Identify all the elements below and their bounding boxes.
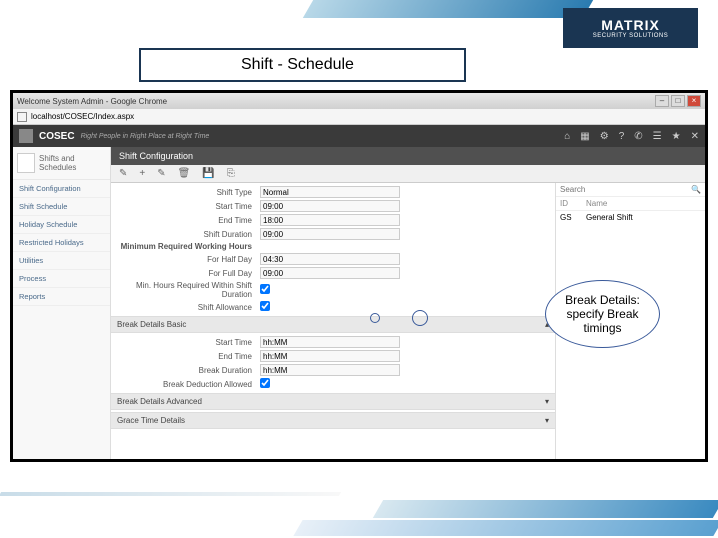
row-name: General Shift — [586, 213, 633, 222]
minimize-button[interactable]: – — [655, 95, 669, 107]
maximize-button[interactable]: □ — [671, 95, 685, 107]
shift-duration-label: Shift Duration — [115, 230, 260, 239]
full-day-input[interactable] — [260, 267, 400, 279]
toolbar-delete-icon[interactable]: 🗑 — [178, 168, 191, 179]
min-required-label: Min. Hours Required Within Shift Duratio… — [115, 281, 260, 299]
page-icon — [17, 112, 27, 122]
callout-bubble: Break Details: specify Break timings — [545, 280, 660, 348]
logo-sub: SECURITY SOLUTIONS — [593, 33, 669, 39]
toolbar: ✎ + ✎ 🗑 💾 ⎘ — [111, 165, 705, 183]
toolbar-plus-icon[interactable]: + — [139, 168, 145, 179]
sidebar-item-utilities[interactable]: Utilities — [13, 252, 110, 270]
header-icons: ⌂ ▦ ⚙ ? ✆ ☰ ★ ✕ — [564, 131, 699, 142]
half-day-label: For Half Day — [115, 255, 260, 264]
sidebar-item-holiday-schedule[interactable]: Holiday Schedule — [13, 216, 110, 234]
gear-icon[interactable]: ⚙ — [600, 131, 609, 142]
half-day-input[interactable] — [260, 253, 400, 265]
end-time-input[interactable] — [260, 214, 400, 226]
module-label: Shifts and Schedules — [39, 154, 106, 172]
star-icon[interactable]: ★ — [672, 131, 681, 142]
question-icon[interactable]: ? — [619, 131, 625, 142]
form-left: Shift Type Start Time End Time Shift Dur… — [111, 183, 555, 459]
window-title: Welcome System Admin - Google Chrome — [17, 97, 167, 106]
end-time-label: End Time — [115, 216, 260, 225]
shift-type-input[interactable] — [260, 186, 400, 198]
window-controls: – □ × — [655, 95, 701, 107]
break-duration-label: Break Duration — [115, 366, 260, 375]
phone-icon[interactable]: ✆ — [634, 131, 642, 142]
full-day-label: For Full Day — [115, 269, 260, 278]
break-start-label: Start Time — [115, 338, 260, 347]
break-end-label: End Time — [115, 352, 260, 361]
list-item[interactable]: GS General Shift — [556, 211, 705, 224]
sidebar-item-restricted-holidays[interactable]: Restricted Holidays — [13, 234, 110, 252]
url-text: localhost/COSEC/Index.aspx — [31, 112, 134, 121]
annotation-circle-small — [370, 313, 380, 323]
url-bar: localhost/COSEC/Index.aspx — [13, 109, 705, 125]
toolbar-copy-icon[interactable]: ⎘ — [227, 168, 235, 179]
list-header: ID Name — [556, 197, 705, 211]
sidebar-item-reports[interactable]: Reports — [13, 288, 110, 306]
matrix-logo: MATRIX SECURITY SOLUTIONS — [563, 8, 698, 48]
module-header[interactable]: Shifts and Schedules — [13, 147, 110, 180]
shift-allowance-checkbox[interactable] — [260, 301, 270, 311]
break-deduct-checkbox[interactable] — [260, 378, 270, 388]
logo-name: MATRIX — [601, 17, 660, 33]
chrome-title-bar: Welcome System Admin - Google Chrome – □… — [13, 93, 705, 109]
grid-icon[interactable]: ▦ — [580, 131, 589, 142]
search-input[interactable] — [560, 185, 691, 194]
decorative-stripe-bottom-1 — [373, 500, 718, 518]
panel-title: Shift Configuration — [111, 147, 705, 165]
power-icon[interactable]: ✕ — [691, 131, 699, 142]
sidebar: Shifts and Schedules Shift Configuration… — [13, 147, 111, 459]
min-hours-heading: Minimum Required Working Hours — [115, 242, 260, 251]
min-required-checkbox[interactable] — [260, 284, 270, 294]
break-advanced-section[interactable]: Break Details Advanced▾ — [111, 393, 555, 410]
decorative-line-bottom — [0, 492, 341, 496]
break-basic-section[interactable]: Break Details Basic▴ — [111, 316, 555, 333]
module-icon — [17, 153, 35, 173]
browser-window: Welcome System Admin - Google Chrome – □… — [10, 90, 708, 462]
shift-allowance-label: Shift Allowance — [115, 303, 260, 312]
toolbar-new-icon[interactable]: ✎ — [119, 168, 127, 179]
break-start-input[interactable] — [260, 336, 400, 348]
callout-text: Break Details: specify Break timings — [545, 280, 660, 348]
slide-title: Shift - Schedule — [139, 48, 466, 82]
grace-time-section[interactable]: Grace Time Details▾ — [111, 412, 555, 429]
sidebar-item-shift-schedule[interactable]: Shift Schedule — [13, 198, 110, 216]
shift-type-label: Shift Type — [115, 188, 260, 197]
row-id: GS — [560, 213, 586, 222]
start-time-label: Start Time — [115, 202, 260, 211]
col-name: Name — [586, 199, 607, 208]
break-end-input[interactable] — [260, 350, 400, 362]
sidebar-item-shift-configuration[interactable]: Shift Configuration — [13, 180, 110, 198]
annotation-circle-medium — [412, 310, 428, 326]
decorative-stripe-bottom-2 — [293, 520, 718, 536]
start-time-input[interactable] — [260, 200, 400, 212]
brand-name: COSEC — [39, 131, 75, 142]
break-duration-input[interactable] — [260, 364, 400, 376]
chevron-down-icon: ▾ — [545, 397, 549, 406]
toolbar-edit-icon[interactable]: ✎ — [157, 168, 165, 179]
chevron-down-icon: ▾ — [545, 416, 549, 425]
shift-duration-input[interactable] — [260, 228, 400, 240]
col-id: ID — [560, 199, 586, 208]
close-button[interactable]: × — [687, 95, 701, 107]
break-deduct-label: Break Deduction Allowed — [115, 380, 260, 389]
user-icon[interactable]: ☰ — [653, 131, 662, 142]
decorative-stripe-top — [303, 0, 593, 18]
brand-logo-icon — [19, 129, 33, 143]
brand-area: COSEC Right People in Right Place at Rig… — [19, 129, 209, 143]
home-icon[interactable]: ⌂ — [564, 131, 570, 142]
search-icon[interactable]: 🔍 — [691, 185, 701, 194]
sidebar-item-process[interactable]: Process — [13, 270, 110, 288]
brand-tagline: Right People in Right Place at Right Tim… — [81, 133, 210, 140]
search-row: 🔍 — [556, 183, 705, 197]
app-header: COSEC Right People in Right Place at Rig… — [13, 125, 705, 147]
toolbar-save-icon[interactable]: 💾 — [202, 168, 214, 179]
